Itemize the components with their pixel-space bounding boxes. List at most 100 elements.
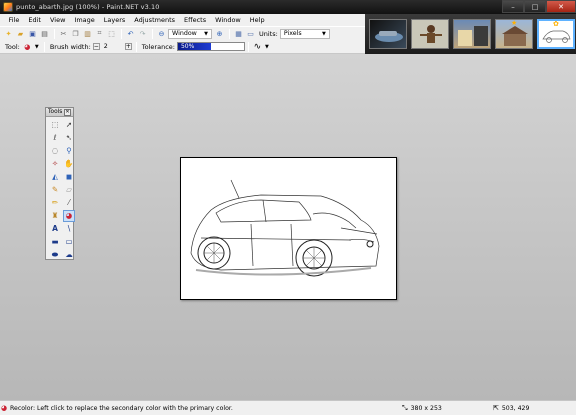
recolor-status-icon: ◕ (1, 404, 8, 412)
chevron-down-icon: ▼ (204, 30, 208, 37)
menu-view[interactable]: View (45, 16, 69, 24)
zoom-dropdown[interactable]: Window ▼ (168, 28, 212, 39)
cursor-position-readout: ⇱ 503, 429 (493, 404, 529, 412)
image-tabs-strip: ★ ✿ (365, 14, 576, 54)
tools-panel-header[interactable]: Tools ✕ (46, 108, 73, 117)
ellipse-select-icon[interactable]: ◌ (49, 145, 61, 157)
ellipse-icon[interactable]: ⬬ (49, 249, 61, 261)
deselect-icon[interactable]: ⬚ (106, 28, 117, 39)
title-bar: punto_abarth.jpg (100%) - Paint.NET v3.1… (0, 0, 576, 14)
cursor-position-icon: ⇱ (493, 404, 499, 412)
save-icon[interactable]: ▣ (27, 28, 38, 39)
move-selection-icon[interactable]: ➚ (63, 119, 75, 131)
toolbar-separator (121, 28, 122, 39)
image-tab-thumbnail-active[interactable]: ✿ (537, 19, 575, 49)
toolbar-separator (43, 41, 45, 52)
image-size-value: 380 x 253 (410, 404, 442, 412)
zoom-out-icon[interactable]: ⊖ (156, 28, 167, 39)
chevron-down-icon: ▼ (321, 30, 326, 37)
chevron-down-icon[interactable]: ▼ (34, 41, 40, 52)
image-tab-thumbnail[interactable] (411, 19, 449, 49)
chevron-down-icon[interactable]: ▼ (264, 41, 270, 52)
units-label: Units: (259, 29, 278, 38)
paint-bucket-icon[interactable]: ◭ (49, 171, 61, 183)
paintbrush-icon[interactable]: ✎ (49, 184, 61, 196)
image-tab-thumbnail[interactable]: ★ (495, 19, 533, 49)
copy-icon[interactable]: ❐ (70, 28, 81, 39)
menu-edit[interactable]: Edit (24, 16, 46, 24)
pan-icon[interactable]: ✋ (63, 158, 75, 170)
paintnet-app-icon[interactable] (3, 2, 13, 12)
lasso-select-icon[interactable]: ℓ (49, 132, 61, 144)
status-message: Recolor: Left click to replace the secon… (10, 404, 233, 412)
text-icon[interactable]: A (49, 223, 61, 235)
brush-width-label: Brush width: (49, 42, 91, 51)
zoom-icon[interactable]: ⚲ (63, 145, 75, 157)
pencil-icon[interactable]: ✏ (49, 197, 61, 209)
figure-thumbnail (420, 25, 442, 43)
eraser-icon[interactable]: ▱ (63, 184, 75, 196)
toolbar-separator (152, 28, 153, 39)
brush-width-value: 2 (103, 43, 108, 50)
menu-layers[interactable]: Layers (99, 16, 130, 24)
image-size-icon: ⤡ (402, 403, 408, 412)
units-dropdown-value: Pixels (283, 30, 302, 37)
clone-stamp-icon[interactable]: ♜ (49, 210, 61, 222)
menu-effects[interactable]: Effects (180, 16, 211, 24)
brush-width-input[interactable]: 2 (101, 42, 125, 52)
tolerance-value: 50% (180, 43, 195, 50)
units-dropdown[interactable]: Pixels ▼ (279, 28, 330, 39)
rounded-rectangle-icon[interactable]: ▭ (63, 236, 75, 248)
new-image-icon[interactable]: ✦ (3, 28, 14, 39)
image-canvas[interactable] (180, 157, 397, 300)
unsaved-star-icon: ✿ (553, 20, 559, 28)
tolerance-label: Tolerance: (141, 42, 175, 51)
status-bar: ◕ Recolor: Left click to replace the sec… (0, 400, 576, 415)
maximize-button[interactable]: □ (524, 0, 546, 13)
current-tool-recolor-icon[interactable]: ◕ (22, 41, 33, 52)
rectangle-icon[interactable]: ▬ (49, 236, 61, 248)
toolbar-separator (54, 28, 55, 39)
rectangle-select-icon[interactable]: ⬚ (49, 119, 61, 131)
menu-file[interactable]: File (4, 16, 24, 24)
tolerance-slider[interactable]: 50% (176, 42, 245, 51)
close-button[interactable]: ✕ (546, 0, 576, 13)
menu-adjustments[interactable]: Adjustments (130, 16, 180, 24)
tool-label: Tool: (5, 42, 20, 51)
window-title: punto_abarth.jpg (100%) - Paint.NET v3.1… (16, 3, 160, 11)
magic-wand-icon[interactable]: ✧ (49, 158, 61, 170)
grid-icon[interactable]: ▦ (233, 28, 244, 39)
open-folder-icon[interactable]: ▰ (15, 28, 26, 39)
redo-icon[interactable]: ↷ (137, 28, 148, 39)
color-picker-icon[interactable]: ⁄ (63, 197, 75, 209)
car-sketch-image (190, 179, 380, 277)
menu-image[interactable]: Image (70, 16, 99, 24)
minimize-button[interactable]: – (502, 0, 524, 13)
toolbar-separator (135, 41, 137, 52)
line-curve-icon[interactable]: \ (63, 223, 75, 235)
print-icon[interactable]: ▤ (39, 28, 50, 39)
ruler-icon[interactable]: ▭ (245, 28, 256, 39)
zoom-in-icon[interactable]: ⊕ (214, 28, 225, 39)
freeform-shape-icon[interactable]: ☁ (63, 249, 75, 261)
toolbar-separator (229, 28, 230, 39)
recolor-icon[interactable]: ◕ (63, 210, 75, 222)
cut-icon[interactable]: ✂ (58, 28, 69, 39)
menu-window[interactable]: Window (211, 16, 246, 24)
paste-icon[interactable]: ▥ (82, 28, 93, 39)
image-tab-thumbnail[interactable] (453, 19, 491, 49)
image-tab-thumbnail[interactable] (369, 19, 407, 49)
move-selection-outline-icon[interactable]: ➷ (63, 132, 75, 144)
cursor-position-value: 503, 429 (501, 404, 530, 412)
antialiasing-icon[interactable]: ∿ (252, 41, 263, 52)
crop-to-selection-icon[interactable]: ⌗ (94, 28, 105, 39)
brush-width-decrease-icon[interactable]: − (92, 43, 100, 50)
gradient-icon[interactable]: ◼ (63, 171, 75, 183)
menu-help[interactable]: Help (245, 16, 269, 24)
tools-panel: Tools ✕ ⬚ ➚ ℓ ➷ ◌ ⚲ ✧ ✋ ◭ ◼ ✎ ▱ ✏ ⁄ ♜ ◕ … (45, 107, 75, 261)
tools-panel-close-icon[interactable]: ✕ (64, 108, 71, 116)
main-toolbar: ✦ ▰ ▣ ▤ ✂ ❐ ▥ ⌗ ⬚ ↶ ↷ ⊖ Window ▼ ⊕ ▦ ▭ U… (0, 26, 365, 40)
car-render-thumbnail (375, 31, 403, 42)
undo-icon[interactable]: ↶ (125, 28, 136, 39)
brush-width-increase-icon[interactable]: + (124, 43, 132, 50)
